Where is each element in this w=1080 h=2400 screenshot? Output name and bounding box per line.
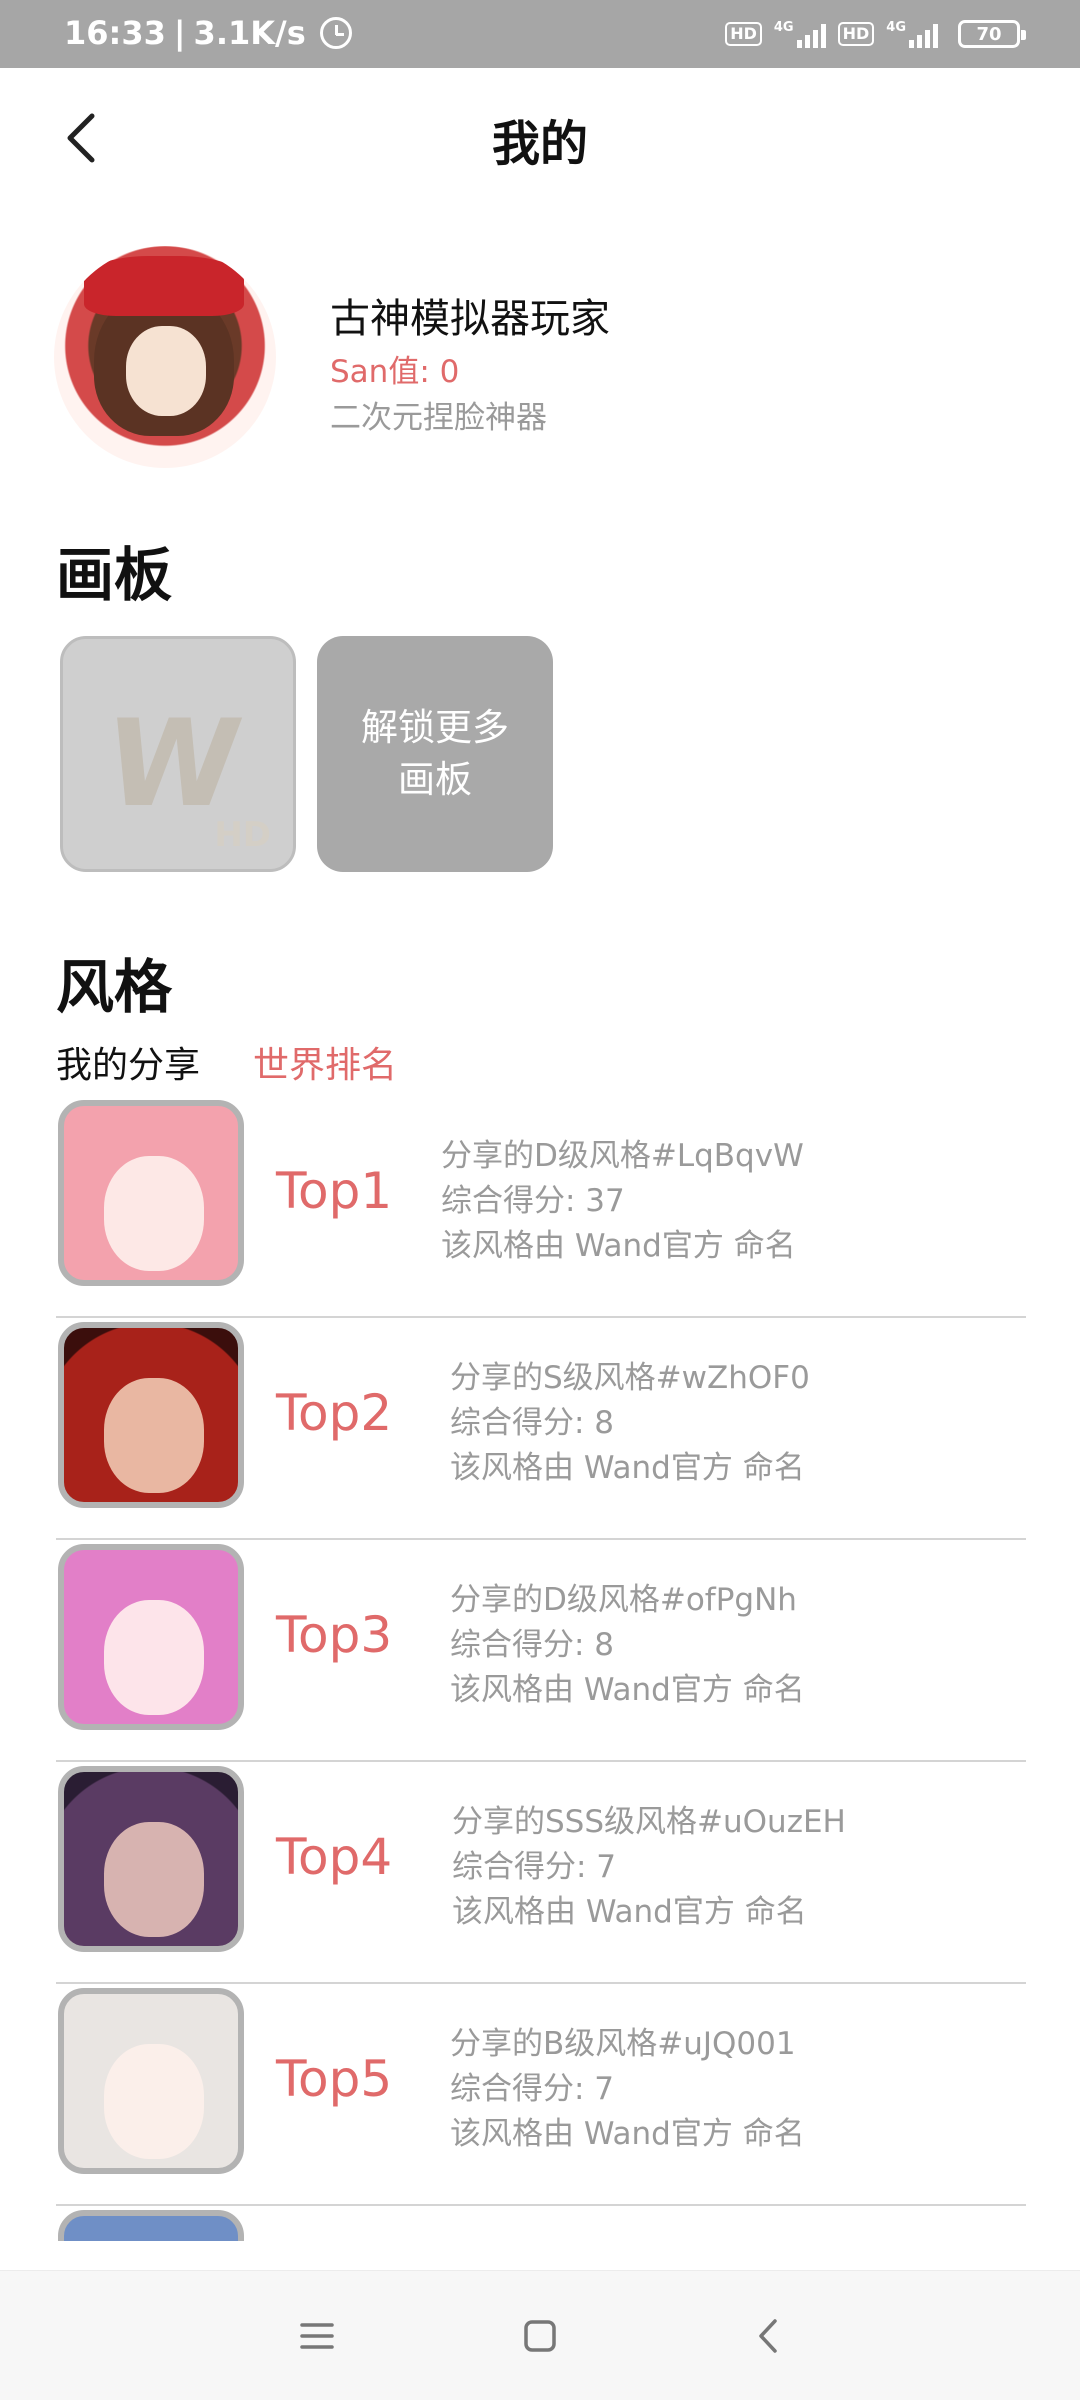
style-thumbnail <box>58 2210 244 2241</box>
system-back-button[interactable] <box>733 2301 803 2371</box>
ranking-list[interactable]: Top1 分享的D级风格#LqBqvW 综合得分: 37 该风格由 Wand官方… <box>56 1096 1026 2241</box>
user-description: 二次元捏脸神器 <box>330 400 547 436</box>
signal-4g-icon: 4G <box>886 20 938 48</box>
rank-label: Top3 <box>276 1606 393 1664</box>
tab-world-ranking[interactable]: 世界排名 <box>253 1036 397 1088</box>
rank-label: Top1 <box>276 1162 393 1220</box>
watermark-hd: HD <box>214 815 271 855</box>
style-namer: 该风格由 Wand官方 命名 <box>450 1450 805 1486</box>
home-square-icon <box>524 2320 556 2352</box>
status-bar: 16:33 | 3.1K/s HD 4G HD 4G 70 <box>0 0 1080 68</box>
battery-level: 70 <box>976 23 1002 45</box>
tab-my-shares[interactable]: 我的分享 <box>56 1036 200 1088</box>
rank-label: Top4 <box>276 1828 393 1886</box>
list-item[interactable]: Top5 分享的B级风格#uJQ001 综合得分: 7 该风格由 Wand官方 … <box>56 1984 1026 2206</box>
unlock-label-line2: 画板 <box>398 758 472 801</box>
rank-info: 分享的B级风格#uJQ001 综合得分: 7 该风格由 Wand官方 命名 <box>450 2022 805 2157</box>
hd-icon: HD <box>837 22 875 46</box>
list-item[interactable]: Top1 分享的D级风格#LqBqvW 综合得分: 37 该风格由 Wand官方… <box>56 1096 1026 1318</box>
status-left: 16:33 | 3.1K/s <box>64 14 352 52</box>
style-thumbnail <box>58 1322 244 1508</box>
back-triangle-icon <box>759 2319 777 2353</box>
hd-icon: HD <box>725 22 762 46</box>
style-title: 分享的D级风格#ofPgNh <box>450 1582 797 1618</box>
menu-button[interactable] <box>282 2301 352 2371</box>
style-section-title: 风格 <box>56 953 173 1021</box>
unlock-label-line1: 解锁更多 <box>361 706 509 749</box>
alarm-icon <box>319 17 352 49</box>
avatar[interactable] <box>54 246 276 468</box>
canvas-section-title: 画板 <box>56 541 173 609</box>
san-value: San值: 0 <box>330 354 460 390</box>
style-namer: 该风格由 Wand官方 命名 <box>441 1228 796 1264</box>
style-title: 分享的SSS级风格#uOuzEH <box>452 1804 846 1840</box>
battery-icon: 70 <box>958 20 1026 48</box>
rank-label: Top2 <box>276 1384 393 1442</box>
style-title: 分享的S级风格#wZhOF0 <box>450 1360 810 1396</box>
username: 古神模拟器玩家 <box>330 296 610 342</box>
status-right: HD 4G HD 4G 70 <box>725 20 1026 48</box>
style-score: 综合得分: 8 <box>450 1627 615 1663</box>
signal-4g-icon: 4G <box>774 20 826 48</box>
status-separator: | <box>173 14 186 52</box>
list-item[interactable]: Top2 分享的S级风格#wZhOF0 综合得分: 8 该风格由 Wand官方 … <box>56 1318 1026 1540</box>
rank-info: 分享的D级风格#LqBqvW 综合得分: 37 该风格由 Wand官方 命名 <box>441 1134 804 1269</box>
network-label: 4G <box>773 20 794 35</box>
status-speed: 3.1K/s <box>193 14 306 52</box>
style-title: 分享的D级风格#LqBqvW <box>441 1138 804 1174</box>
status-time: 16:33 <box>64 14 166 52</box>
style-thumbnail <box>58 1100 244 1286</box>
unlock-more-canvas-button[interactable]: 解锁更多 画板 <box>317 636 553 872</box>
list-item[interactable]: Top3 分享的D级风格#ofPgNh 综合得分: 8 该风格由 Wand官方 … <box>56 1540 1026 1762</box>
rank-info: 分享的S级风格#wZhOF0 综合得分: 8 该风格由 Wand官方 命名 <box>450 1356 810 1491</box>
list-item-partial[interactable] <box>56 2206 1026 2241</box>
style-thumbnail <box>58 1766 244 1952</box>
list-item[interactable]: Top4 分享的SSS级风格#uOuzEH 综合得分: 7 该风格由 Wand官… <box>56 1762 1026 1984</box>
style-title: 分享的B级风格#uJQ001 <box>450 2026 796 2062</box>
network-label: 4G <box>886 20 906 35</box>
style-score: 综合得分: 7 <box>452 1849 617 1885</box>
system-nav-bar <box>0 2270 1080 2400</box>
style-namer: 该风格由 Wand官方 命名 <box>450 1672 805 1708</box>
style-thumbnail <box>58 1544 244 1730</box>
style-namer: 该风格由 Wand官方 命名 <box>452 1894 807 1930</box>
style-score: 综合得分: 37 <box>441 1183 625 1219</box>
home-button[interactable] <box>505 2301 575 2371</box>
rank-info: 分享的SSS级风格#uOuzEH 综合得分: 7 该风格由 Wand官方 命名 <box>452 1800 846 1935</box>
style-namer: 该风格由 Wand官方 命名 <box>450 2116 805 2152</box>
style-thumbnail <box>58 1988 244 2174</box>
page-title: 我的 <box>491 116 588 172</box>
watermark-logo: W <box>97 695 250 834</box>
canvas-tile-watermark[interactable]: W HD <box>60 636 296 872</box>
menu-icon <box>300 2323 334 2349</box>
style-score: 综合得分: 7 <box>450 2071 615 2107</box>
rank-info: 分享的D级风格#ofPgNh 综合得分: 8 该风格由 Wand官方 命名 <box>450 1578 805 1713</box>
style-score: 综合得分: 8 <box>450 1405 615 1441</box>
rank-label: Top5 <box>276 2050 393 2108</box>
